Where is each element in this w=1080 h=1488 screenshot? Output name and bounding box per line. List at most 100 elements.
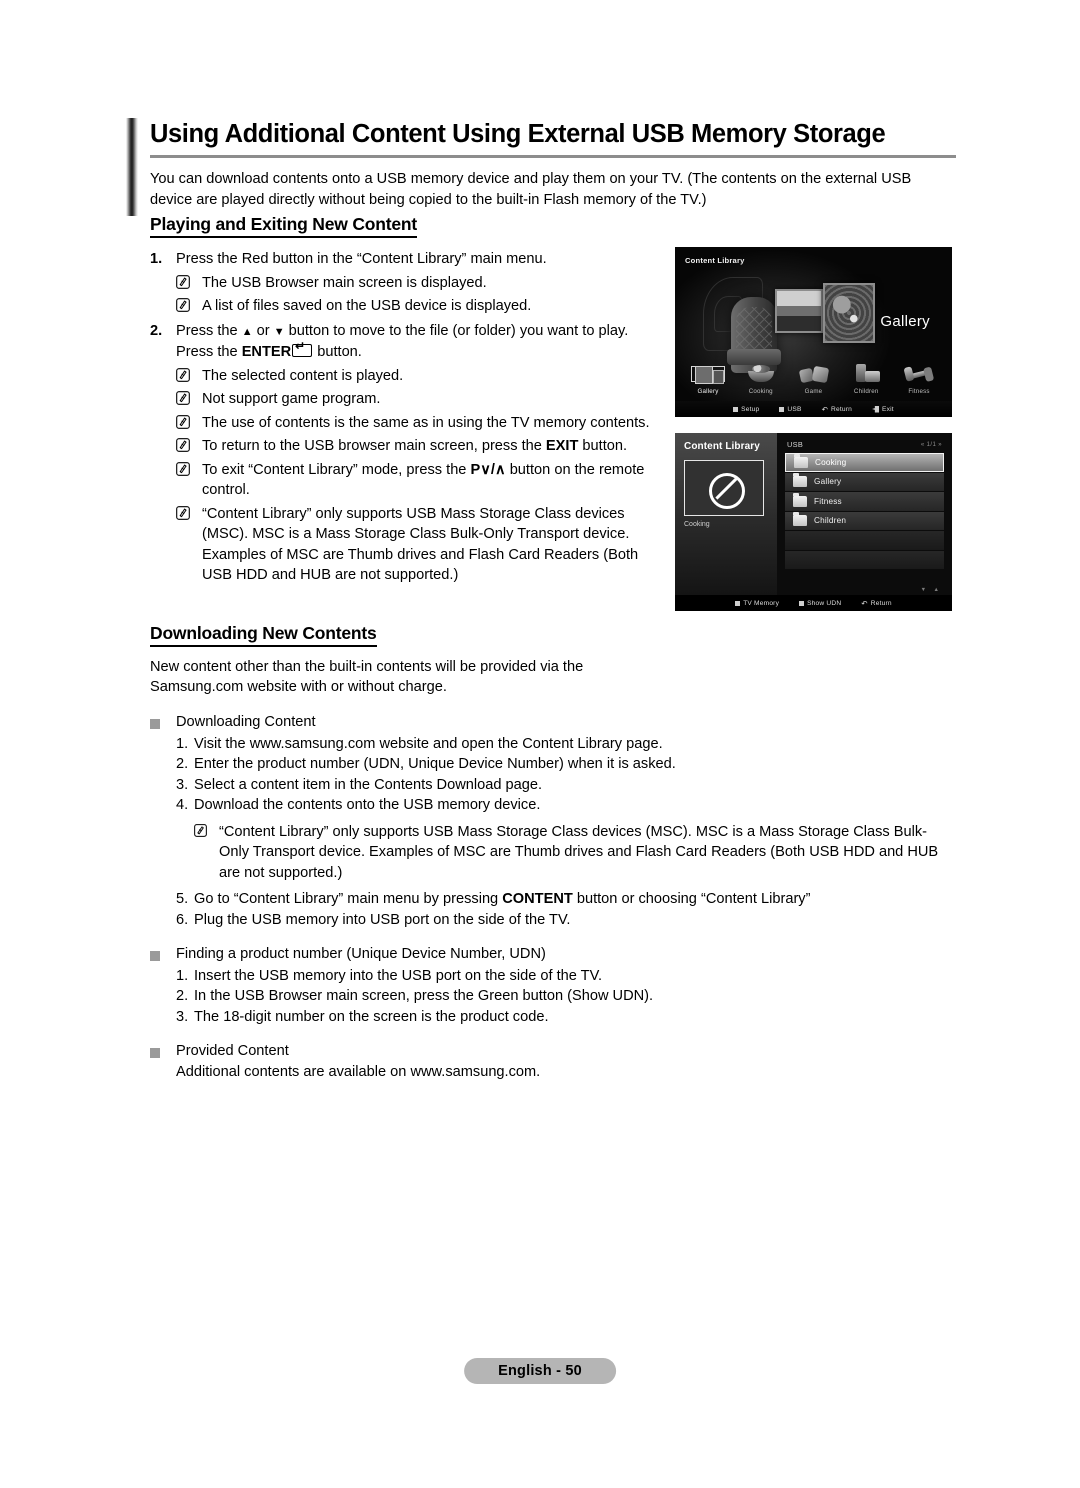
left-column: Playing and Exiting New Content 1. Press…: [150, 213, 663, 586]
list-text-a: Go to “Content Library” main menu by pre…: [194, 891, 503, 908]
tv-screenshot-usb-browser: Content Library Cooking USB « 1/1 » Cook…: [675, 433, 952, 611]
category-fitness[interactable]: Fitness: [894, 361, 944, 395]
title-divider: [150, 155, 956, 158]
note-text: A list of files saved on the USB device …: [202, 298, 532, 314]
category-label: Fitness: [908, 388, 930, 395]
arrow-up-icon: [242, 323, 253, 339]
list-item: 5. Go to “Content Library” main menu by …: [150, 889, 956, 910]
usb-source-label: USB: [787, 440, 804, 449]
step-text: Press the or button to move to the file …: [176, 321, 663, 363]
bottom-action-show-udn[interactable]: Show UDN: [799, 600, 841, 607]
note-item: To exit “Content Library” mode, press th…: [150, 460, 663, 501]
note-pencil-icon: [176, 366, 202, 387]
list-number: 4.: [176, 797, 189, 814]
sub-list: 1. Insert the USB memory into the USB po…: [150, 966, 956, 1028]
list-text: The 18-digit number on the screen is the…: [194, 1008, 549, 1025]
note-item: “Content Library” only supports USB Mass…: [150, 822, 956, 884]
note-item: The use of contents is the same as in us…: [150, 413, 663, 434]
tv-selected-category-label: Gallery: [880, 313, 930, 330]
note-text: The USB Browser main screen is displayed…: [202, 274, 487, 291]
list-number: 1.: [176, 967, 189, 984]
tv-screenshot-content-library-home: Content Library Gallery Gallery Cooking: [675, 247, 952, 417]
tv-title: Content Library: [685, 256, 745, 265]
folder-row[interactable]: Children: [785, 511, 944, 530]
bottom-action-setup[interactable]: Setup: [733, 406, 759, 413]
bullet-group-downloading-content: Downloading Content 1. Visit the www.sam…: [150, 712, 956, 930]
category-game[interactable]: Game: [789, 361, 839, 395]
channel-updown-icon: P∨/∧: [470, 461, 506, 478]
content-key-label: CONTENT: [502, 891, 573, 908]
game-icon: [792, 361, 836, 387]
square-bullet-icon: [150, 944, 176, 965]
exit-icon: [872, 405, 880, 413]
note-pencil-icon: [176, 389, 202, 410]
list-item: 1. Visit the www.samsung.com website and…: [150, 734, 956, 755]
list-text: Download the contents onto the USB memor…: [194, 797, 541, 814]
list-number: 5.: [176, 891, 189, 908]
page-title: Using Additional Content Using External …: [150, 120, 886, 148]
bottom-action-label: USB: [787, 405, 802, 413]
list-item: 2. In the USB Browser main screen, press…: [150, 986, 956, 1007]
list-item: 3. The 18-digit number on the screen is …: [150, 1007, 956, 1028]
bottom-action-return[interactable]: ↶ Return: [861, 599, 891, 608]
folder-row-empty: [785, 531, 944, 550]
folder-icon: [793, 492, 807, 507]
preview-caption: Cooking: [684, 521, 710, 528]
sub-list: 1. Visit the www.samsung.com website and…: [150, 734, 956, 816]
folder-row-empty: [785, 550, 944, 569]
picture-frame-icon: [823, 283, 875, 343]
page-header: Using Additional Content Using External …: [150, 118, 956, 226]
bullet-title: Finding a product number (Unique Device …: [176, 946, 546, 963]
category-label: Game: [804, 388, 823, 395]
list-text: Visit the www.samsung.com website and op…: [194, 735, 663, 752]
tv-screen: Content Library Cooking USB « 1/1 » Cook…: [675, 433, 952, 611]
bottom-action-tv-memory[interactable]: TV Memory: [735, 600, 779, 607]
manual-page: Using Additional Content Using External …: [0, 0, 1080, 1488]
step2-text-b: or: [252, 322, 274, 339]
category-cooking[interactable]: Cooking: [736, 361, 786, 395]
folder-icon: [794, 453, 808, 468]
folder-icon: [793, 473, 807, 488]
folder-row[interactable]: Fitness: [785, 492, 944, 511]
bullet-body-text: Additional contents are available on www…: [176, 1063, 541, 1080]
usb-preview-panel: Content Library Cooking: [675, 433, 777, 595]
note-item: The USB Browser main screen is displayed…: [150, 273, 663, 294]
return-arrow-icon: ↶: [821, 404, 829, 414]
tv-bottom-bar: Setup USB ↶ Return Exit: [675, 401, 952, 417]
bottom-action-label: Exit: [882, 405, 894, 413]
list-item: 6. Plug the USB memory into USB port on …: [150, 910, 956, 931]
bullet-title-row: Provided Content: [150, 1041, 956, 1062]
bottom-action-label: Show UDN: [807, 599, 842, 607]
note-text: Not support game program.: [202, 391, 381, 407]
category-label: Children: [853, 388, 879, 395]
list-text: Insert the USB memory into the USB port …: [194, 967, 603, 984]
list-number: 3.: [176, 1008, 189, 1025]
folder-name: Children: [814, 516, 847, 526]
section-downloading: Downloading New Contents New content oth…: [150, 622, 956, 1083]
folder-row[interactable]: Cooking: [785, 453, 944, 472]
note-pencil-icon: [176, 296, 202, 317]
category-gallery[interactable]: Gallery: [683, 361, 733, 395]
step-text: Press the Red button in the “Content Lib…: [176, 251, 547, 267]
tv-screen: Content Library Gallery Gallery Cooking: [675, 247, 952, 417]
category-children[interactable]: Children: [841, 361, 891, 395]
picture-frame-icon: [775, 289, 823, 333]
bottom-action-label: Setup: [741, 405, 760, 413]
note-text: The selected content is played.: [202, 367, 404, 384]
bottom-action-return[interactable]: ↶ Return: [822, 405, 852, 414]
note-pencil-icon: [176, 273, 202, 294]
scroll-indicator[interactable]: ▼ ▲: [921, 587, 942, 593]
enter-key-label: ENTER: [241, 344, 292, 360]
square-bullet-icon: [150, 712, 176, 733]
bottom-action-usb[interactable]: USB: [779, 406, 801, 413]
bottom-action-label: Return: [870, 599, 892, 607]
list-text: Go to “Content Library” main menu by pre…: [194, 889, 956, 910]
left-accent-bar: [126, 118, 138, 216]
section-heading-downloading: Downloading New Contents: [150, 622, 377, 647]
list-text: Enter the product number (UDN, Unique De…: [194, 756, 676, 773]
note-text: The use of contents is the same as in us…: [202, 414, 650, 431]
bottom-action-exit[interactable]: Exit: [872, 405, 894, 413]
folder-row[interactable]: Gallery: [785, 472, 944, 491]
list-number: 2.: [176, 988, 189, 1005]
pagination-indicator[interactable]: « 1/1 »: [921, 442, 942, 448]
